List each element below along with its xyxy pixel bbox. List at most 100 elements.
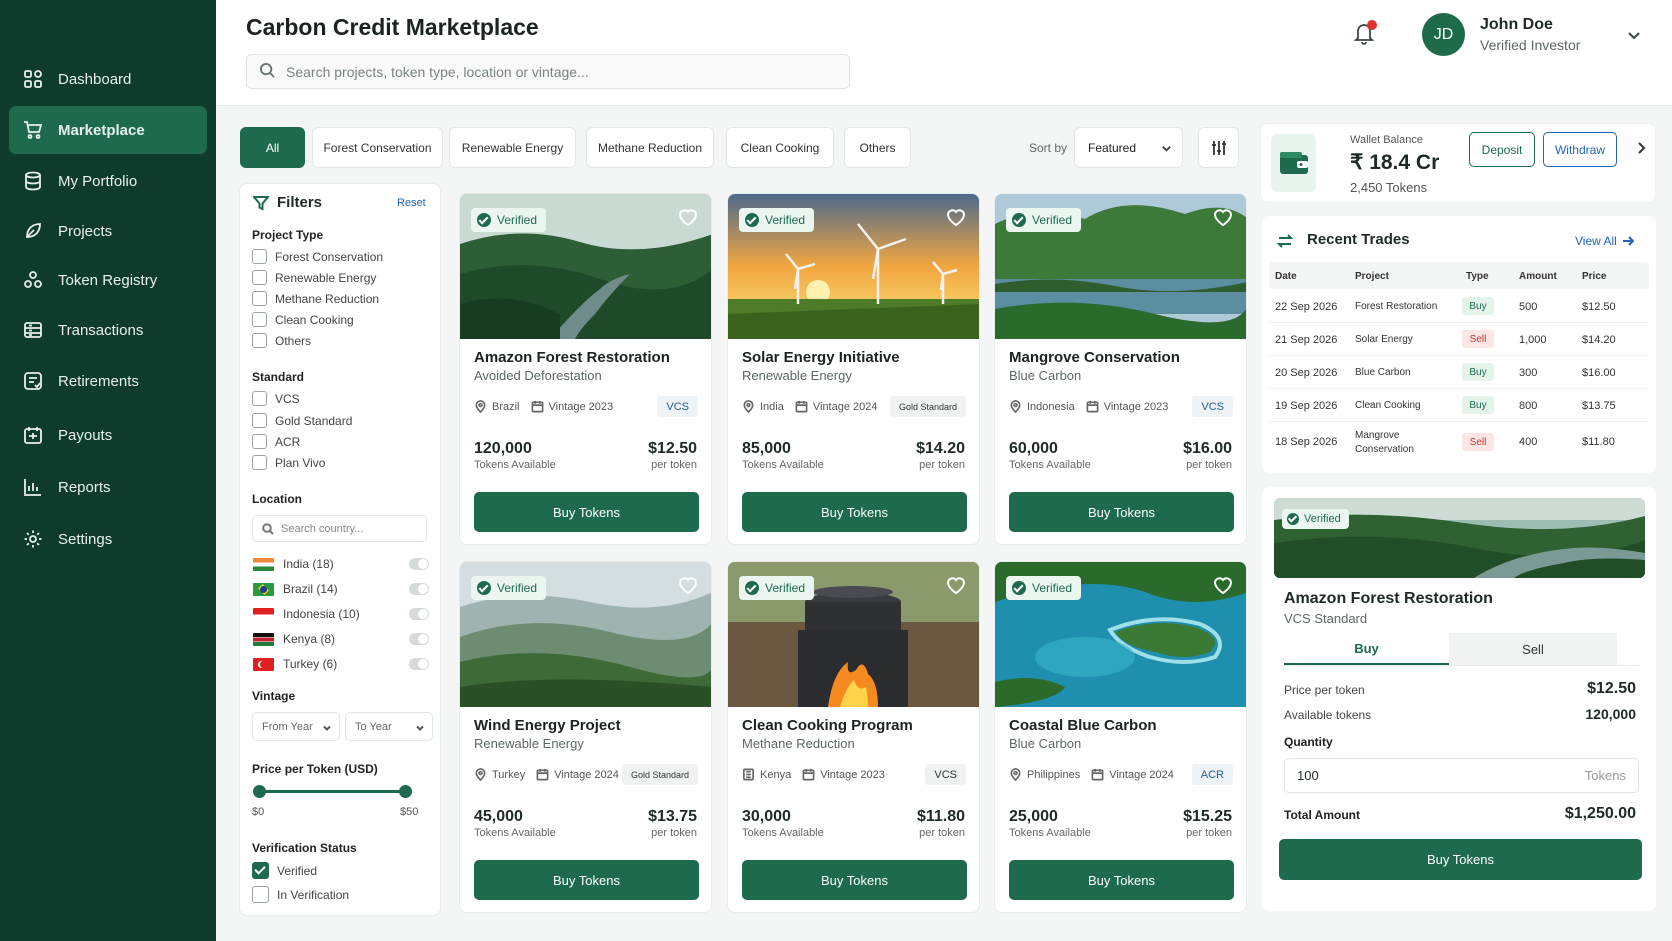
sidebar-item-reports[interactable]: Reports (9, 463, 207, 511)
project-type: Renewable Energy (474, 736, 584, 751)
chevron-right-icon[interactable] (1633, 140, 1649, 156)
country-indonesia[interactable]: Indonesia (10) (253, 605, 429, 623)
checkbox-box[interactable] (252, 291, 267, 306)
user-menu-chevron-icon[interactable] (1626, 27, 1642, 43)
checkbox-box[interactable] (252, 333, 267, 348)
favorite-button[interactable] (945, 574, 967, 596)
search-input[interactable] (286, 63, 826, 80)
filter-settings-button[interactable] (1198, 127, 1239, 168)
country-toggle[interactable] (409, 558, 429, 570)
tab-sell[interactable]: Sell (1449, 633, 1617, 665)
table-row[interactable]: 19 Sep 2026 Clean Cooking Buy 800 $13.75 (1269, 389, 1649, 422)
checkbox-vcs[interactable]: VCS (252, 391, 300, 406)
price-slider-max-handle[interactable] (399, 785, 412, 798)
country-turkey[interactable]: Turkey (6) (253, 655, 429, 673)
buy-tokens-button[interactable]: Buy Tokens (474, 492, 699, 532)
country-brazil[interactable]: Brazil (14) (253, 580, 429, 598)
verified-badge: Verified (1006, 576, 1082, 600)
tab-others[interactable]: Others (844, 127, 911, 168)
search-icon (259, 62, 276, 82)
sidebar-item-label: Retirements (58, 372, 139, 390)
country-toggle[interactable] (409, 633, 429, 645)
table-row[interactable]: 21 Sep 2026 Solar Energy Sell 1,000 $14.… (1269, 323, 1649, 356)
favorite-button[interactable] (945, 206, 967, 228)
buy-tokens-button[interactable]: Buy Tokens (1009, 860, 1234, 900)
sort-select[interactable]: Featured (1074, 127, 1183, 168)
trade-price: $13.75 (1582, 400, 1616, 412)
favorite-button[interactable] (1212, 574, 1234, 596)
tab-methane-reduction[interactable]: Methane Reduction (586, 127, 714, 168)
checkbox-box[interactable] (252, 886, 269, 903)
verified-badge: Verified (739, 208, 815, 232)
checkbox-box[interactable] (252, 249, 267, 264)
location-search-input[interactable]: Search country... (252, 515, 427, 542)
checkbox-box[interactable] (252, 434, 267, 449)
country-toggle[interactable] (409, 658, 429, 670)
table-row[interactable]: 22 Sep 2026 Forest Restoration Buy 500 $… (1269, 290, 1649, 323)
checkbox-others[interactable]: Others (252, 333, 311, 348)
tab-buy[interactable]: Buy (1284, 633, 1449, 665)
table-row[interactable]: 20 Sep 2026 Blue Carbon Buy 300 $16.00 (1269, 356, 1649, 389)
sidebar-item-projects[interactable]: Projects (9, 207, 207, 255)
buy-tokens-button[interactable]: Buy Tokens (742, 492, 967, 532)
tab-clean-cooking[interactable]: Clean Cooking (726, 127, 834, 168)
buy-tokens-button[interactable]: Buy Tokens (1009, 492, 1234, 532)
search-bar[interactable] (246, 54, 850, 89)
favorite-button[interactable] (1212, 206, 1234, 228)
sidebar-item-transactions[interactable]: Transactions (9, 306, 207, 354)
checkbox-methane-reduction[interactable]: Methane Reduction (252, 291, 379, 306)
sidebar-item-token-registry[interactable]: Token Registry (9, 256, 207, 304)
avatar[interactable]: JD (1422, 13, 1465, 56)
checkbox-verified[interactable]: Verified (252, 862, 317, 879)
checkbox-forest-conservation[interactable]: Forest Conservation (252, 249, 383, 264)
checkbox-in-verification[interactable]: In Verification (252, 886, 349, 903)
deposit-button[interactable]: Deposit (1469, 132, 1535, 167)
checkbox-box[interactable] (252, 312, 267, 327)
checkbox-box-checked[interactable] (252, 862, 269, 879)
sidebar-item-payouts[interactable]: Payouts (9, 411, 207, 459)
checkbox-acr[interactable]: ACR (252, 434, 300, 449)
reset-link[interactable]: Reset (397, 197, 426, 209)
quantity-input[interactable]: 100 Tokens (1284, 758, 1639, 793)
column-header: Price (1582, 271, 1607, 282)
buy-tokens-button[interactable]: Buy Tokens (742, 860, 967, 900)
verification-label: Verification Status (252, 841, 357, 855)
standard-badge: VCS (1192, 396, 1233, 417)
country-india[interactable]: India (18) (253, 555, 429, 573)
tab-forest-conservation[interactable]: Forest Conservation (312, 127, 443, 168)
country-kenya[interactable]: Kenya (8) (253, 630, 429, 648)
project-card: Verified Clean Cooking Program Methane R… (727, 561, 980, 913)
column-header: Project (1355, 271, 1389, 282)
view-all-link[interactable]: View All (1575, 234, 1634, 248)
favorite-button[interactable] (677, 206, 699, 228)
buy-tokens-button[interactable]: Buy Tokens (1279, 839, 1642, 880)
tab-renewable-energy[interactable]: Renewable Energy (449, 127, 576, 168)
price-slider-min-handle[interactable] (253, 785, 266, 798)
checkbox-plan-vivo[interactable]: Plan Vivo (252, 455, 325, 470)
checkbox-box[interactable] (252, 391, 267, 406)
country-toggle[interactable] (409, 608, 429, 620)
country-toggle[interactable] (409, 583, 429, 595)
checkbox-clean-cooking[interactable]: Clean Cooking (252, 312, 354, 327)
from-year-select[interactable]: From Year (252, 712, 340, 741)
price-slider-track[interactable] (259, 790, 406, 793)
table-row[interactable]: 18 Sep 2026 Mangrove Conservation Sell 4… (1269, 422, 1649, 462)
checkbox-renewable-energy[interactable]: Renewable Energy (252, 270, 376, 285)
withdraw-button[interactable]: Withdraw (1543, 132, 1617, 167)
buy-tokens-button[interactable]: Buy Tokens (474, 860, 699, 900)
heart-icon (1213, 577, 1233, 595)
sidebar-item-retirements[interactable]: Retirements (9, 357, 207, 405)
favorite-button[interactable] (677, 574, 699, 596)
sidebar-item-settings[interactable]: Settings (9, 515, 207, 563)
notification-button[interactable] (1352, 20, 1377, 46)
checkbox-box[interactable] (252, 413, 267, 428)
sidebar-item-my-portfolio[interactable]: My Portfolio (9, 157, 207, 205)
sidebar-item-dashboard[interactable]: Dashboard (9, 55, 207, 103)
to-year-select[interactable]: To Year (345, 712, 433, 741)
view-all-text: View All (1575, 234, 1617, 248)
checkbox-gold-standard[interactable]: Gold Standard (252, 413, 352, 428)
checkbox-box[interactable] (252, 455, 267, 470)
tab-all[interactable]: All (240, 127, 305, 168)
sidebar-item-marketplace[interactable]: Marketplace (9, 106, 207, 154)
checkbox-box[interactable] (252, 270, 267, 285)
